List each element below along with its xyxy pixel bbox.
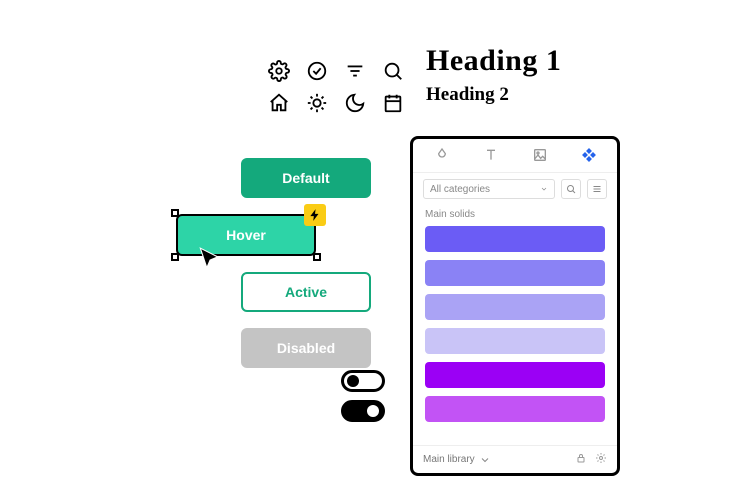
- category-label: All categories: [430, 184, 490, 195]
- icon-grid: [268, 60, 408, 118]
- hover-button-selection[interactable]: Hover: [176, 214, 316, 256]
- settings-icon: [268, 60, 294, 86]
- panel-list-view-button[interactable]: [587, 179, 607, 199]
- search-icon: [382, 60, 408, 86]
- section-label: Main solids: [413, 205, 617, 226]
- cursor-icon: [196, 246, 222, 277]
- panel-tabs: [413, 139, 617, 173]
- swatch[interactable]: [425, 260, 605, 286]
- library-select[interactable]: Main library: [423, 454, 575, 466]
- chevron-down-icon: [540, 185, 548, 193]
- tab-image[interactable]: [532, 147, 548, 166]
- active-button[interactable]: Active: [241, 272, 371, 312]
- selection-handle-bl[interactable]: [171, 253, 179, 261]
- gear-icon[interactable]: [595, 452, 607, 467]
- sun-icon: [306, 92, 332, 118]
- swatch-list: [413, 226, 617, 445]
- swatch[interactable]: [425, 294, 605, 320]
- tab-components[interactable]: [581, 147, 597, 166]
- calendar-icon: [382, 92, 408, 118]
- filter-icon: [344, 60, 370, 86]
- tab-color[interactable]: [434, 147, 450, 166]
- panel-search-button[interactable]: [561, 179, 581, 199]
- toggle-on[interactable]: [341, 400, 385, 422]
- toggle-off[interactable]: [341, 370, 385, 392]
- swatch[interactable]: [425, 396, 605, 422]
- library-label: Main library: [423, 454, 475, 465]
- moon-icon: [344, 92, 370, 118]
- interaction-badge: [304, 204, 326, 226]
- chevron-down-icon: [479, 454, 491, 466]
- lock-icon[interactable]: [575, 452, 587, 467]
- swatch[interactable]: [425, 226, 605, 252]
- swatch[interactable]: [425, 362, 605, 388]
- selection-handle-tl[interactable]: [171, 209, 179, 217]
- home-icon: [268, 92, 294, 118]
- default-button[interactable]: Default: [241, 158, 371, 198]
- check-circle-icon: [306, 60, 332, 86]
- swatch[interactable]: [425, 328, 605, 354]
- heading-2: Heading 2: [426, 84, 561, 106]
- disabled-button: Disabled: [241, 328, 371, 368]
- heading-1: Heading 1: [426, 44, 561, 78]
- selection-handle-br[interactable]: [313, 253, 321, 261]
- tab-text[interactable]: [483, 147, 499, 166]
- category-select[interactable]: All categories: [423, 179, 555, 199]
- assets-panel: All categories Main solids Main library: [410, 136, 620, 476]
